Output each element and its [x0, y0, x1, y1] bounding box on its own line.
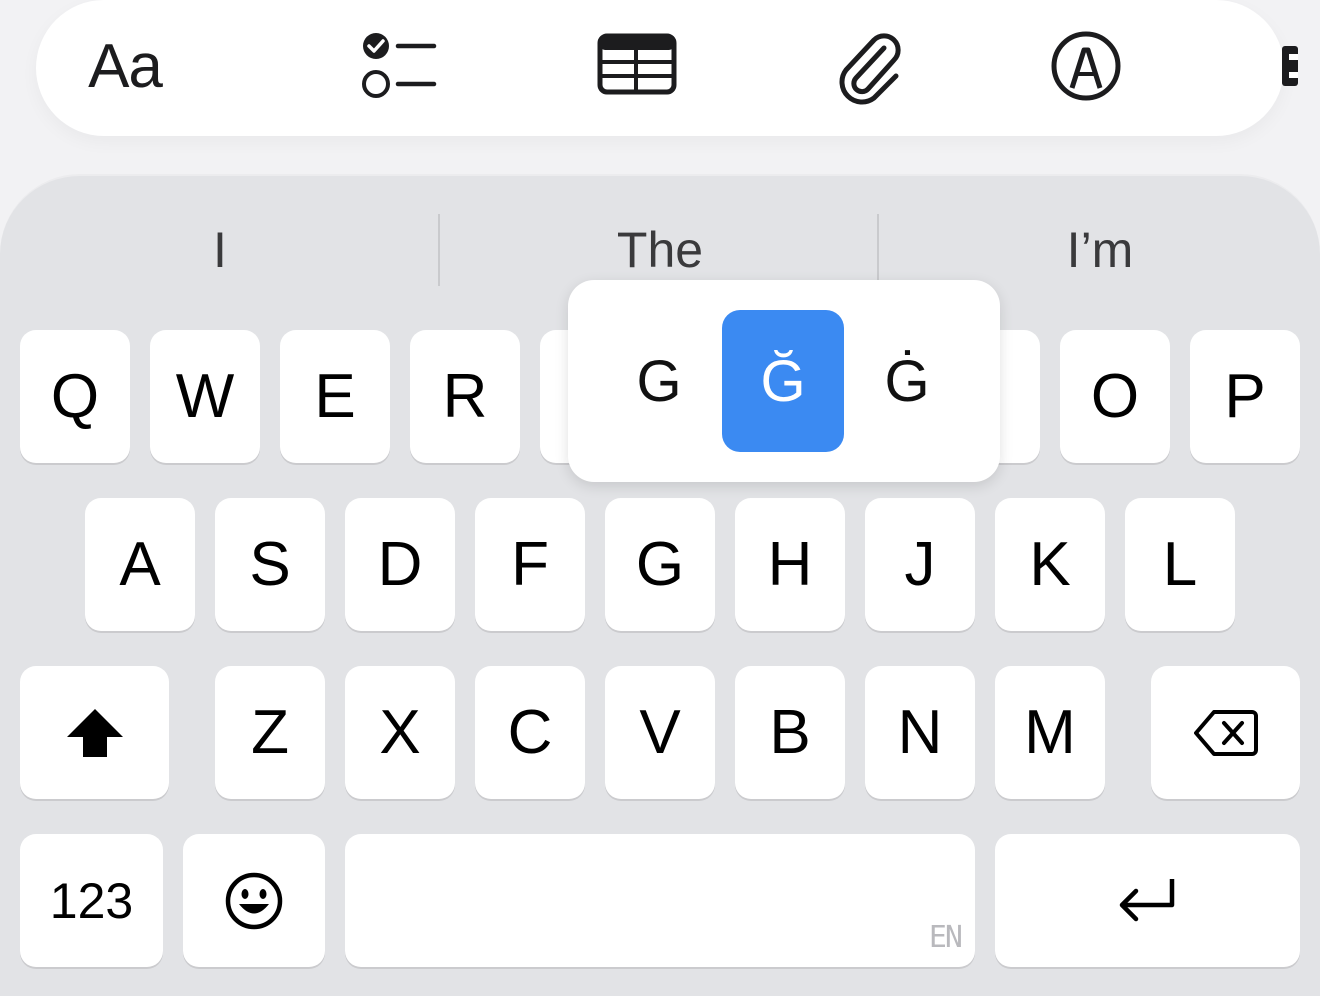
suggestion-divider	[877, 214, 879, 286]
key-e[interactable]: E	[280, 330, 390, 463]
key-label: D	[377, 529, 423, 599]
key-label: O	[1090, 361, 1140, 431]
return-icon	[1119, 878, 1174, 921]
return-key[interactable]	[995, 834, 1300, 967]
key-label: G	[635, 529, 685, 599]
suggestion-2[interactable]: The	[440, 220, 880, 280]
key-label: M	[1024, 697, 1076, 767]
suggestion-bar: I The I’m	[0, 176, 1320, 286]
accent-option-g-breve[interactable]: Ğ	[722, 310, 844, 452]
accent-option-g[interactable]: G	[598, 310, 720, 452]
key-r[interactable]: R	[410, 330, 520, 463]
key-v[interactable]: V	[605, 666, 715, 799]
accent-option-g-dot[interactable]: Ġ	[846, 310, 968, 452]
table-icon	[597, 33, 677, 95]
key-p[interactable]: P	[1190, 330, 1300, 463]
emoji-key[interactable]	[183, 834, 325, 967]
key-l[interactable]: L	[1125, 498, 1235, 631]
key-j[interactable]: J	[865, 498, 975, 631]
suggestion-1[interactable]: I	[0, 220, 440, 280]
key-n[interactable]: N	[865, 666, 975, 799]
key-c[interactable]: C	[475, 666, 585, 799]
key-label: N	[897, 697, 943, 767]
key-label: H	[767, 529, 813, 599]
key-label: E	[314, 361, 356, 431]
numbers-key[interactable]: 123	[20, 834, 163, 967]
markup-button[interactable]	[1048, 28, 1124, 104]
checklist-button[interactable]	[354, 30, 442, 102]
key-m[interactable]: M	[995, 666, 1105, 799]
attach-button[interactable]	[832, 26, 908, 106]
key-label: K	[1029, 529, 1071, 599]
accent-popover: G Ğ Ġ	[568, 280, 1000, 482]
text-format-button[interactable]: Aa	[80, 28, 170, 104]
key-label: V	[639, 697, 681, 767]
suggestion-3[interactable]: I’m	[880, 220, 1320, 280]
emoji-icon	[225, 872, 283, 929]
key-a[interactable]: A	[85, 498, 195, 631]
checklist-icon	[362, 33, 437, 98]
key-label: Q	[50, 361, 100, 431]
paperclip-icon	[839, 33, 901, 105]
delete-key[interactable]	[1151, 666, 1300, 799]
key-label: X	[379, 697, 421, 767]
key-d[interactable]: D	[345, 498, 455, 631]
numbers-key-label: 123	[49, 872, 134, 929]
text-format-label: Aa	[88, 31, 163, 101]
more-tools-button[interactable]	[1276, 36, 1306, 96]
table-button[interactable]	[596, 32, 682, 98]
delete-backspace-icon	[1193, 709, 1258, 756]
shift-key[interactable]	[20, 666, 169, 799]
key-label: B	[769, 697, 811, 767]
format-toolbar: Aa	[36, 0, 1298, 136]
shift-icon	[66, 708, 123, 757]
key-label: Z	[251, 697, 289, 767]
key-label: F	[511, 529, 549, 599]
key-label: L	[1162, 529, 1198, 599]
key-f[interactable]: F	[475, 498, 585, 631]
key-b[interactable]: B	[735, 666, 845, 799]
key-h[interactable]: H	[735, 498, 845, 631]
more-tools-icon	[1282, 46, 1298, 86]
key-w[interactable]: W	[150, 330, 260, 463]
key-g[interactable]: G	[605, 498, 715, 631]
key-s[interactable]: S	[215, 498, 325, 631]
key-z[interactable]: Z	[215, 666, 325, 799]
key-label: J	[904, 529, 936, 599]
key-label: W	[175, 361, 235, 431]
language-label: EN	[928, 920, 963, 955]
key-q[interactable]: Q	[20, 330, 130, 463]
space-key[interactable]: EN	[345, 834, 975, 967]
key-x[interactable]: X	[345, 666, 455, 799]
key-k[interactable]: K	[995, 498, 1105, 631]
key-label: C	[507, 697, 553, 767]
key-label: S	[249, 529, 291, 599]
markup-pen-icon	[1051, 31, 1121, 101]
key-label: A	[119, 529, 161, 599]
key-o[interactable]: O	[1060, 330, 1170, 463]
key-label: P	[1224, 361, 1266, 431]
key-label: R	[442, 361, 488, 431]
